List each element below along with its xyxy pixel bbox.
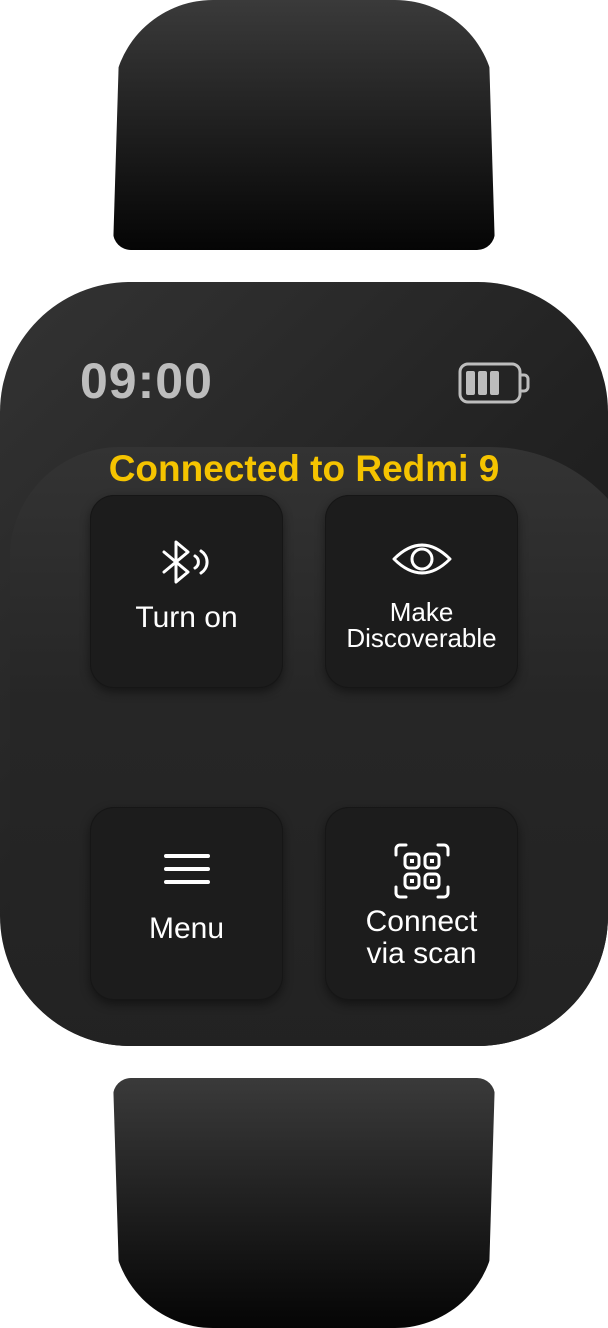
connect-label: Connect xyxy=(365,905,478,938)
connect-via-scan-button[interactable]: Connect via scan xyxy=(325,807,518,1000)
make-discoverable-button[interactable]: Make Discoverable xyxy=(325,495,518,688)
qr-scan-icon xyxy=(394,843,449,899)
watch-strap-bottom xyxy=(113,1078,495,1328)
menu-button[interactable]: Menu xyxy=(90,807,283,1000)
watch-strap-top xyxy=(113,0,495,250)
bluetooth-icon xyxy=(162,540,208,584)
menu-label: Menu xyxy=(148,912,225,945)
connection-status: Connected to Redmi 9 xyxy=(108,448,500,489)
turn-on-bluetooth-button[interactable]: Turn on xyxy=(90,495,283,688)
discoverable-label: Discoverable xyxy=(346,623,497,653)
turn-on-label: Turn on xyxy=(135,601,238,634)
hamburger-menu-icon xyxy=(163,854,210,884)
via-scan-label: via scan xyxy=(366,937,477,970)
make-label: Make xyxy=(389,597,454,627)
eye-icon xyxy=(392,543,451,575)
